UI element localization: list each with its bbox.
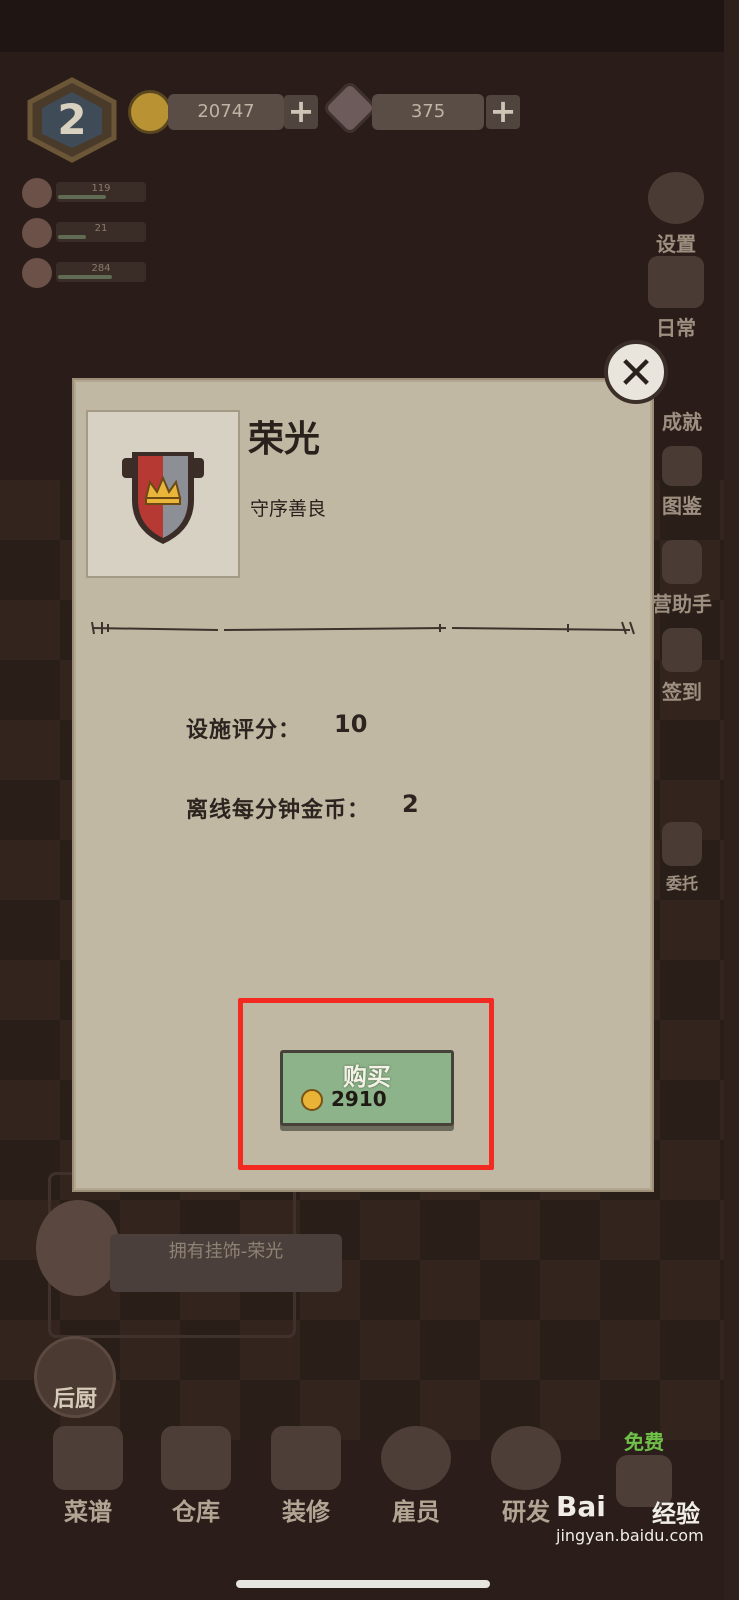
hammer-icon <box>271 1426 341 1490</box>
watermark-logo: Bai <box>556 1490 606 1523</box>
add-gems-button[interactable]: + <box>486 95 520 129</box>
staff-character-icon <box>381 1426 451 1490</box>
stat-row-tool: 284 <box>22 258 146 288</box>
broom-icon <box>22 258 52 288</box>
checkin-label: 签到 <box>662 680 702 704</box>
stat-bar: 21 <box>56 222 146 242</box>
close-button[interactable]: ✕ <box>604 340 668 404</box>
book-icon <box>662 446 702 486</box>
nav-research-label: 研发 <box>502 1498 550 1526</box>
offline-coins-label: 离线每分钟金币： <box>186 798 371 823</box>
nav-recipes[interactable]: 菜谱 <box>40 1426 136 1527</box>
level-number: 2 <box>57 95 87 144</box>
pot-icon <box>491 1426 561 1490</box>
commission-label: 委托 <box>665 874 698 893</box>
home-indicator[interactable] <box>236 1580 490 1588</box>
stat-fill <box>58 275 112 279</box>
notice-bar: 拥有挂饰-荣光 <box>110 1234 342 1292</box>
item-title: 荣光 <box>248 419 321 460</box>
clipboard-check-icon <box>662 822 702 866</box>
watermark-url: jingyan.baidu.com <box>556 1526 704 1545</box>
stat-row-food: 119 <box>22 178 146 208</box>
baidu-watermark: Bai 经验 jingyan.baidu.com <box>556 1490 716 1550</box>
nav-staff-label: 雇员 <box>392 1498 440 1526</box>
coin-icon <box>128 90 172 134</box>
nav-decorate-label: 装修 <box>282 1498 330 1526</box>
status-strip <box>0 0 724 52</box>
calendar-icon <box>662 628 702 672</box>
nav-warehouse[interactable]: 仓库 <box>148 1426 244 1527</box>
achievements-label: 成就 <box>662 410 702 434</box>
stat-bar: 119 <box>56 182 146 202</box>
recipe-icon <box>53 1426 123 1490</box>
highlight-annotation <box>238 998 494 1170</box>
item-alignment: 守序善良 <box>250 498 327 520</box>
stat-value: 284 <box>91 263 111 274</box>
scroll-quill-icon <box>648 256 704 308</box>
add-coins-button[interactable]: + <box>284 95 318 129</box>
stat-fill <box>58 235 86 239</box>
kitchen-label: 后厨 <box>52 1387 97 1412</box>
gem-count: 375 <box>372 94 484 130</box>
stat-bar: 284 <box>56 262 146 282</box>
coin-count: 20747 <box>168 94 284 130</box>
codex-label: 图鉴 <box>662 494 702 518</box>
daily-label: 日常 <box>656 316 696 340</box>
nav-decorate[interactable]: 装修 <box>258 1426 354 1527</box>
daily-button[interactable]: 日常 <box>634 256 718 341</box>
nav-staff[interactable]: 雇员 <box>368 1426 464 1527</box>
assistant-label: 营助手 <box>652 592 712 616</box>
stat-row-feet: 21 <box>22 218 146 248</box>
assistant-icon <box>662 540 702 584</box>
free-badge: 免费 <box>624 1430 664 1454</box>
quest-scroll-icon[interactable] <box>36 1200 120 1296</box>
nav-warehouse-label: 仓库 <box>172 1498 220 1526</box>
item-image-frame <box>86 410 240 578</box>
rating-value: 10 <box>334 710 368 738</box>
crown-shield-icon <box>122 452 204 544</box>
watermark-cn: 经验 <box>652 1500 700 1528</box>
cabinet-icon <box>161 1426 231 1490</box>
stat-fill <box>58 195 106 199</box>
nav-recipes-label: 菜谱 <box>64 1498 112 1526</box>
gear-icon <box>648 172 704 224</box>
footprint-icon <box>22 218 52 248</box>
food-icon <box>22 178 52 208</box>
notice-text: 拥有挂饰-荣光 <box>168 1241 284 1262</box>
settings-button[interactable]: 设置 <box>634 172 718 257</box>
level-badge[interactable]: 2 <box>24 76 120 164</box>
settings-label: 设置 <box>656 232 696 256</box>
offline-coins-value: 2 <box>402 790 419 818</box>
kitchen-button[interactable]: 后厨 <box>34 1336 116 1418</box>
stat-value: 21 <box>94 223 108 234</box>
ornamental-divider <box>91 621 635 635</box>
stat-value: 119 <box>91 183 111 194</box>
rating-label: 设施评分： <box>186 718 302 743</box>
